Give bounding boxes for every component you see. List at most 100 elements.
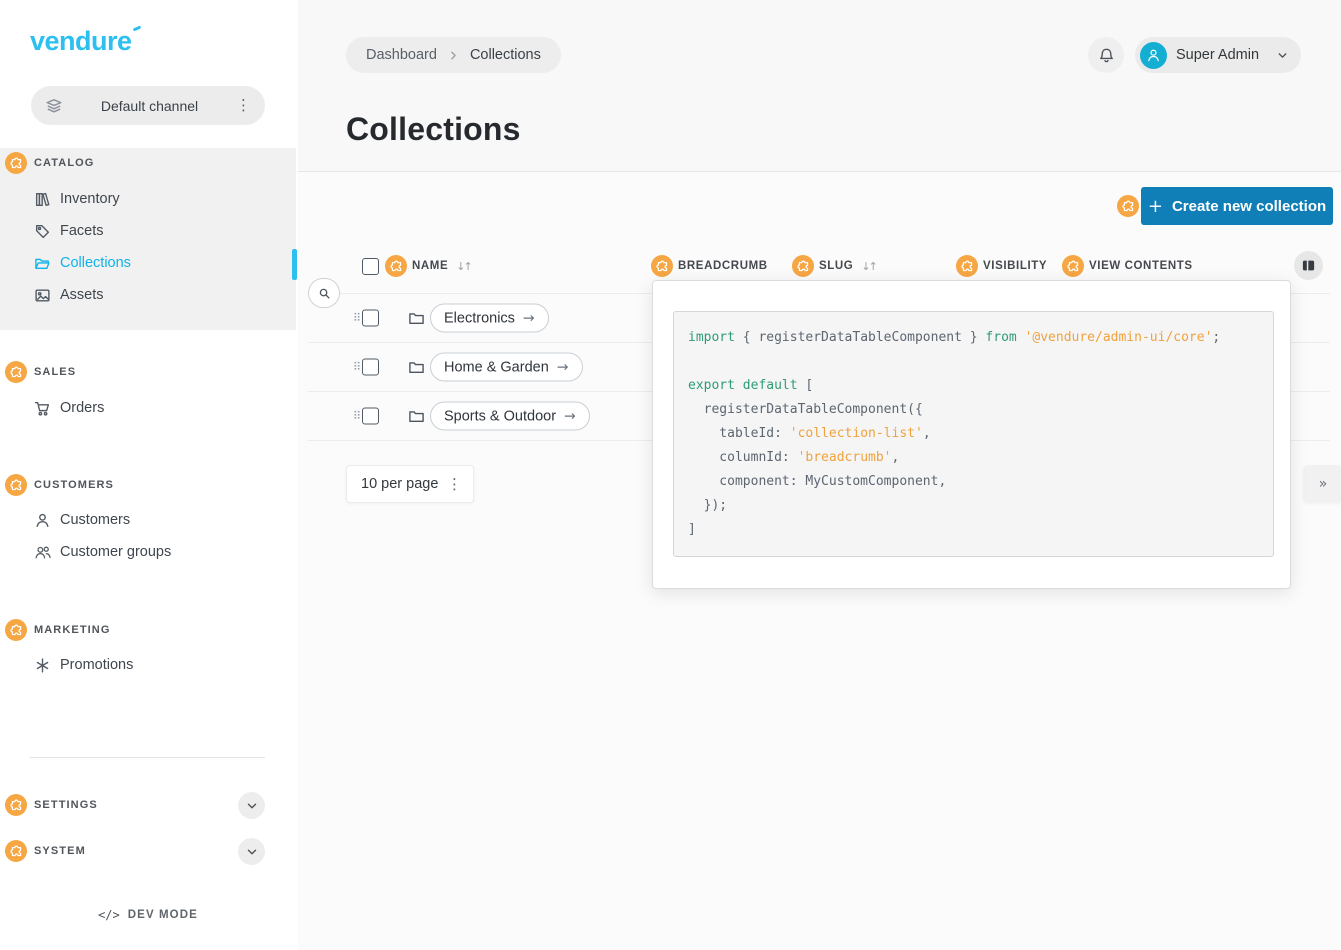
dev-extension-badge[interactable] bbox=[5, 794, 27, 816]
sidebar-item-orders[interactable]: Orders bbox=[0, 392, 270, 424]
notifications-button[interactable] bbox=[1088, 37, 1124, 73]
nav-section-marketing: MARKETING bbox=[5, 618, 111, 642]
collection-chip[interactable]: Sports & Outdoor → bbox=[430, 402, 590, 431]
sidebar-item-label: Collections bbox=[60, 255, 131, 271]
create-new-collection-button[interactable]: + Create new collection bbox=[1141, 187, 1333, 225]
sidebar-item-label: Facets bbox=[60, 223, 104, 239]
items-per-page-select[interactable]: 10 per page ⋮ bbox=[346, 465, 474, 503]
sidebar-divider bbox=[30, 757, 265, 758]
image-icon bbox=[34, 287, 51, 304]
puzzle-icon bbox=[10, 845, 23, 858]
column-settings-button[interactable] bbox=[1294, 251, 1323, 280]
chevron-right-icon bbox=[447, 49, 460, 62]
sidebar-item-label: Promotions bbox=[60, 657, 133, 673]
drag-handle[interactable]: ⠿ bbox=[353, 312, 361, 325]
next-page-button[interactable]: » bbox=[1303, 465, 1341, 503]
dev-extension-badge[interactable] bbox=[385, 255, 407, 277]
dev-extension-badge[interactable] bbox=[1062, 255, 1084, 277]
code-line: registerDataTableComponent({ bbox=[688, 398, 1261, 422]
user-name: Super Admin bbox=[1176, 47, 1267, 63]
dev-extension-badge[interactable] bbox=[5, 474, 27, 496]
user-icon bbox=[34, 512, 51, 529]
section-label: SETTINGS bbox=[34, 799, 98, 811]
logo-mark-icon bbox=[132, 26, 141, 32]
per-page-menu-icon: ⋮ bbox=[447, 477, 462, 492]
puzzle-icon bbox=[1067, 260, 1080, 273]
dev-extension-badge[interactable] bbox=[651, 255, 673, 277]
section-label: SYSTEM bbox=[34, 845, 86, 857]
sidebar-item-customers[interactable]: Customers bbox=[0, 504, 270, 536]
row-checkbox[interactable] bbox=[362, 408, 379, 425]
chevron-down-icon bbox=[245, 799, 259, 813]
breadcrumb-dashboard[interactable]: Dashboard bbox=[366, 47, 437, 63]
dev-extension-badge[interactable] bbox=[5, 619, 27, 641]
collection-chip[interactable]: Electronics → bbox=[430, 304, 549, 333]
sidebar-item-label: Assets bbox=[60, 287, 104, 303]
main-content: Dashboard Collections Super Admin Collec… bbox=[298, 0, 1341, 950]
sidebar-item-inventory[interactable]: Inventory bbox=[0, 183, 270, 215]
sort-icon[interactable]: ↓↑ bbox=[456, 260, 470, 273]
column-header-breadcrumb: BREADCRUMB bbox=[651, 253, 768, 279]
code-line: tableId: 'collection-list', bbox=[688, 422, 1261, 446]
breadcrumb-collections[interactable]: Collections bbox=[470, 47, 541, 63]
code-line bbox=[688, 350, 1261, 374]
code-icon: </> bbox=[98, 908, 120, 922]
code-line: import { registerDataTableComponent } fr… bbox=[688, 326, 1261, 350]
search-toggle-button[interactable] bbox=[308, 278, 340, 308]
puzzle-icon bbox=[10, 624, 23, 637]
drag-handle[interactable]: ⠿ bbox=[353, 361, 361, 374]
arrow-right-icon: → bbox=[523, 310, 535, 326]
user-icon bbox=[1146, 48, 1161, 63]
system-expand-button[interactable] bbox=[238, 838, 265, 865]
chevron-down-icon bbox=[245, 845, 259, 859]
section-label: MARKETING bbox=[34, 624, 111, 636]
puzzle-icon bbox=[961, 260, 974, 273]
columns-icon bbox=[1301, 258, 1316, 273]
code-line: columnId: 'breadcrumb', bbox=[688, 446, 1261, 470]
collection-chip[interactable]: Home & Garden → bbox=[430, 353, 583, 382]
search-icon bbox=[317, 286, 332, 301]
dev-extension-badge[interactable] bbox=[5, 361, 27, 383]
code-line: component: MyCustomComponent, bbox=[688, 470, 1261, 494]
row-checkbox[interactable] bbox=[362, 359, 379, 376]
sidebar-item-promotions[interactable]: Promotions bbox=[0, 649, 270, 681]
sidebar-item-facets[interactable]: Facets bbox=[0, 215, 270, 247]
select-all-checkbox[interactable] bbox=[362, 258, 379, 275]
cart-icon bbox=[34, 400, 51, 417]
nav-section-system[interactable]: SYSTEM bbox=[5, 839, 86, 863]
dev-extension-badge[interactable] bbox=[5, 840, 27, 862]
puzzle-icon bbox=[656, 260, 669, 273]
user-menu[interactable]: Super Admin bbox=[1135, 37, 1301, 73]
bell-icon bbox=[1098, 47, 1115, 64]
dev-mode-label: DEV MODE bbox=[128, 909, 198, 921]
arrow-right-icon: → bbox=[557, 359, 569, 375]
dev-mode-toggle[interactable]: </> DEV MODE bbox=[0, 908, 296, 922]
column-header-view-contents: VIEW CONTENTS bbox=[1062, 253, 1193, 279]
column-header-slug[interactable]: SLUG ↓↑ bbox=[792, 253, 876, 279]
nav-section-customers: CUSTOMERS bbox=[5, 473, 114, 497]
sidebar-item-assets[interactable]: Assets bbox=[0, 279, 270, 311]
channel-label: Default channel bbox=[63, 98, 236, 114]
puzzle-icon bbox=[10, 157, 23, 170]
dev-extension-badge[interactable] bbox=[5, 152, 27, 174]
sidebar-item-collections[interactable]: Collections bbox=[0, 247, 270, 279]
channel-menu-icon[interactable]: ⋮ bbox=[236, 98, 251, 113]
dev-extension-badge[interactable] bbox=[792, 255, 814, 277]
sidebar-item-customer-groups[interactable]: Customer groups bbox=[0, 536, 270, 568]
sort-icon[interactable]: ↓↑ bbox=[861, 260, 875, 273]
code-line: ] bbox=[688, 518, 1261, 542]
column-header-name[interactable]: NAME ↓↑ bbox=[362, 253, 471, 279]
dev-extension-badge[interactable] bbox=[1117, 195, 1139, 217]
drag-handle[interactable]: ⠿ bbox=[353, 410, 361, 423]
row-checkbox[interactable] bbox=[362, 310, 379, 327]
code-line: export default [ bbox=[688, 374, 1261, 398]
puzzle-icon bbox=[10, 799, 23, 812]
tag-icon bbox=[34, 223, 51, 240]
vendure-logo: vendure bbox=[30, 26, 132, 57]
channel-selector[interactable]: Default channel ⋮ bbox=[31, 86, 265, 125]
sidebar: vendure Default channel ⋮ CATALOG Invent… bbox=[0, 0, 298, 950]
dev-extension-badge[interactable] bbox=[956, 255, 978, 277]
settings-expand-button[interactable] bbox=[238, 792, 265, 819]
breadcrumb: Dashboard Collections bbox=[346, 37, 561, 73]
nav-section-settings[interactable]: SETTINGS bbox=[5, 793, 98, 817]
